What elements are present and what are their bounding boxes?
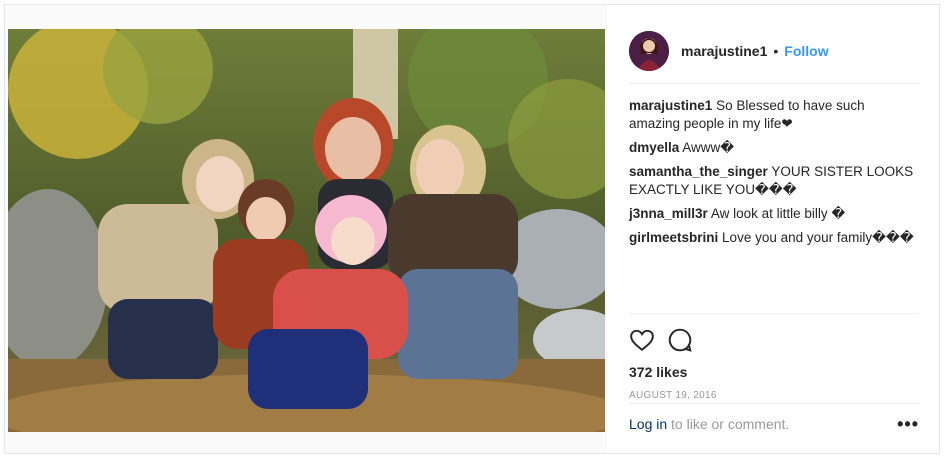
login-rest-text: to like or comment. [671, 416, 790, 432]
more-options-icon[interactable]: ••• [897, 414, 919, 435]
comment-text: Awww� [682, 140, 735, 155]
post-sidebar: marajustine1 • Follow marajustine1 So Bl… [607, 5, 939, 453]
post-media[interactable] [5, 5, 607, 453]
login-link[interactable]: Log in [629, 416, 667, 432]
action-icons [629, 326, 919, 354]
instagram-post-embed: marajustine1 • Follow marajustine1 So Bl… [4, 4, 940, 454]
post-header: marajustine1 • Follow [629, 19, 919, 84]
comment-text: Love you and your family��� [722, 230, 914, 245]
likes-count[interactable]: 372 likes [629, 364, 919, 380]
comment-text: Aw look at little billy � [710, 206, 846, 221]
heart-icon[interactable] [629, 327, 655, 353]
comment-item: marajustine1 So Blessed to have such ama… [629, 97, 919, 133]
comment-username[interactable]: marajustine1 [629, 98, 712, 113]
comment-username[interactable]: j3nna_mill3r [629, 206, 708, 221]
separator-dot: • [773, 43, 779, 59]
post-date: AUGUST 19, 2016 [629, 390, 717, 401]
login-footer: Log in to like or comment. ••• [629, 403, 919, 444]
comments-list: marajustine1 So Blessed to have such ama… [629, 97, 919, 253]
post-actions: 372 likes AUGUST 19, 2016 [629, 313, 919, 401]
comment-username[interactable]: girlmeetsbrini [629, 230, 718, 245]
login-prompt: Log in to like or comment. [629, 416, 789, 432]
family-photo-image [8, 29, 605, 432]
comment-item: girlmeetsbrini Love you and your family�… [629, 229, 919, 247]
comment-item: samantha_the_singer YOUR SISTER LOOKS EX… [629, 163, 919, 199]
header-username[interactable]: marajustine1 [681, 43, 767, 59]
comment-username[interactable]: dmyella [629, 140, 679, 155]
comment-icon[interactable] [667, 327, 693, 353]
avatar[interactable] [629, 31, 669, 71]
post-photo[interactable] [8, 29, 605, 432]
comment-item: j3nna_mill3r Aw look at little billy � [629, 205, 919, 223]
follow-button[interactable]: Follow [784, 43, 828, 59]
comment-username[interactable]: samantha_the_singer [629, 164, 768, 179]
comment-item: dmyella Awww� [629, 139, 919, 157]
profile-picture-icon [629, 31, 669, 71]
